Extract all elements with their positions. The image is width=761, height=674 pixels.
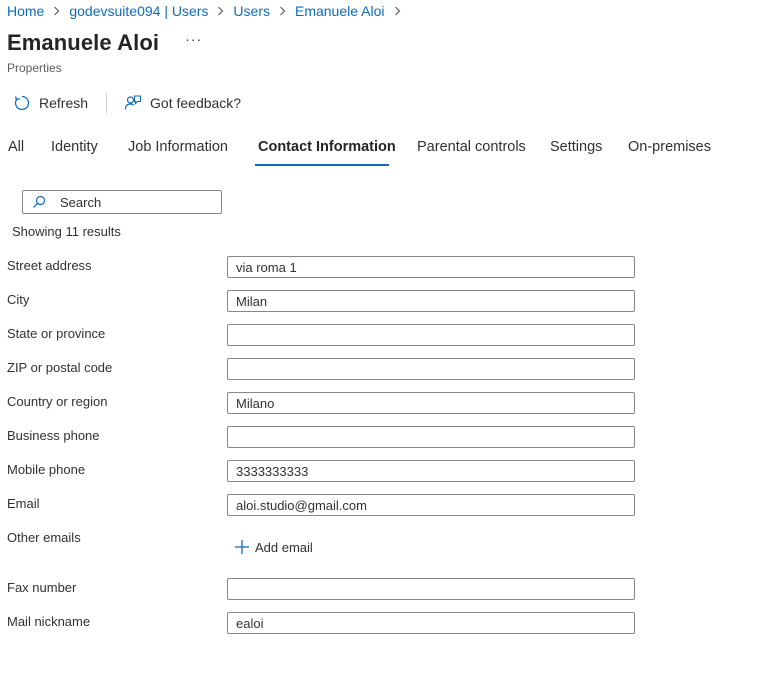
other-emails-label: Other emails [7, 530, 81, 545]
page-title: Emanuele Aloi [7, 30, 160, 55]
tab-settings[interactable]: Settings [550, 139, 602, 155]
country-input[interactable] [227, 392, 635, 414]
chevron-right-icon [217, 6, 224, 16]
street-address-input[interactable] [227, 256, 635, 278]
more-options-button[interactable]: ··· [185, 31, 202, 47]
business-phone-input[interactable] [227, 426, 635, 448]
refresh-icon [14, 95, 30, 111]
results-count: Showing 11 results [12, 224, 121, 239]
plus-icon [235, 540, 249, 554]
add-email-label: Add email [255, 539, 313, 555]
fax-number-input[interactable] [227, 578, 635, 600]
street-address-label: Street address [7, 258, 92, 273]
feedback-label: Got feedback? [150, 95, 242, 111]
refresh-button[interactable]: Refresh [13, 94, 88, 112]
breadcrumb-users[interactable]: Users [233, 3, 270, 19]
tab-job-information[interactable]: Job Information [128, 139, 228, 155]
chevron-right-icon [53, 6, 60, 16]
mail-nickname-input[interactable] [227, 612, 635, 634]
feedback-icon [124, 95, 142, 110]
page-subtitle: Properties [7, 61, 62, 75]
feedback-button[interactable]: Got feedback? [124, 94, 241, 112]
breadcrumb-home[interactable]: Home [7, 3, 44, 19]
search-box[interactable] [22, 190, 222, 214]
toolbar-divider [106, 93, 108, 113]
tab-on-premises[interactable]: On-premises [628, 139, 711, 155]
chevron-right-icon [394, 6, 401, 16]
postal-code-input[interactable] [227, 358, 635, 380]
tab-parental-controls[interactable]: Parental controls [417, 139, 526, 155]
tab-identity[interactable]: Identity [51, 139, 98, 155]
search-icon [33, 195, 46, 208]
breadcrumb-tenant-users[interactable]: godevsuite094 | Users [69, 3, 208, 19]
add-email-button[interactable]: Add email [234, 539, 313, 555]
postal-code-label: ZIP or postal code [7, 360, 113, 375]
command-bar: Refresh Got feedback? [13, 92, 241, 114]
active-tab-indicator [255, 164, 389, 166]
email-input[interactable] [227, 494, 635, 516]
mobile-phone-label: Mobile phone [7, 462, 86, 477]
mail-nickname-label: Mail nickname [7, 614, 91, 629]
tab-contact-information[interactable]: Contact Information [258, 139, 396, 155]
business-phone-label: Business phone [7, 428, 100, 443]
title-row: Emanuele Aloi ··· [7, 30, 202, 56]
mobile-phone-input[interactable] [227, 460, 635, 482]
tab-all[interactable]: All [8, 139, 24, 155]
state-input[interactable] [227, 324, 635, 346]
state-label: State or province [7, 326, 106, 341]
city-label: City [7, 292, 30, 307]
refresh-label: Refresh [39, 95, 89, 111]
chevron-right-icon [279, 6, 286, 16]
email-label: Email [7, 496, 40, 511]
city-input[interactable] [227, 290, 635, 312]
breadcrumb-user[interactable]: Emanuele Aloi [295, 3, 385, 19]
country-label: Country or region [7, 394, 108, 409]
search-input[interactable] [60, 194, 210, 210]
fax-number-label: Fax number [7, 580, 77, 595]
breadcrumb: Home godevsuite094 | Users Users Emanuel… [7, 2, 410, 20]
